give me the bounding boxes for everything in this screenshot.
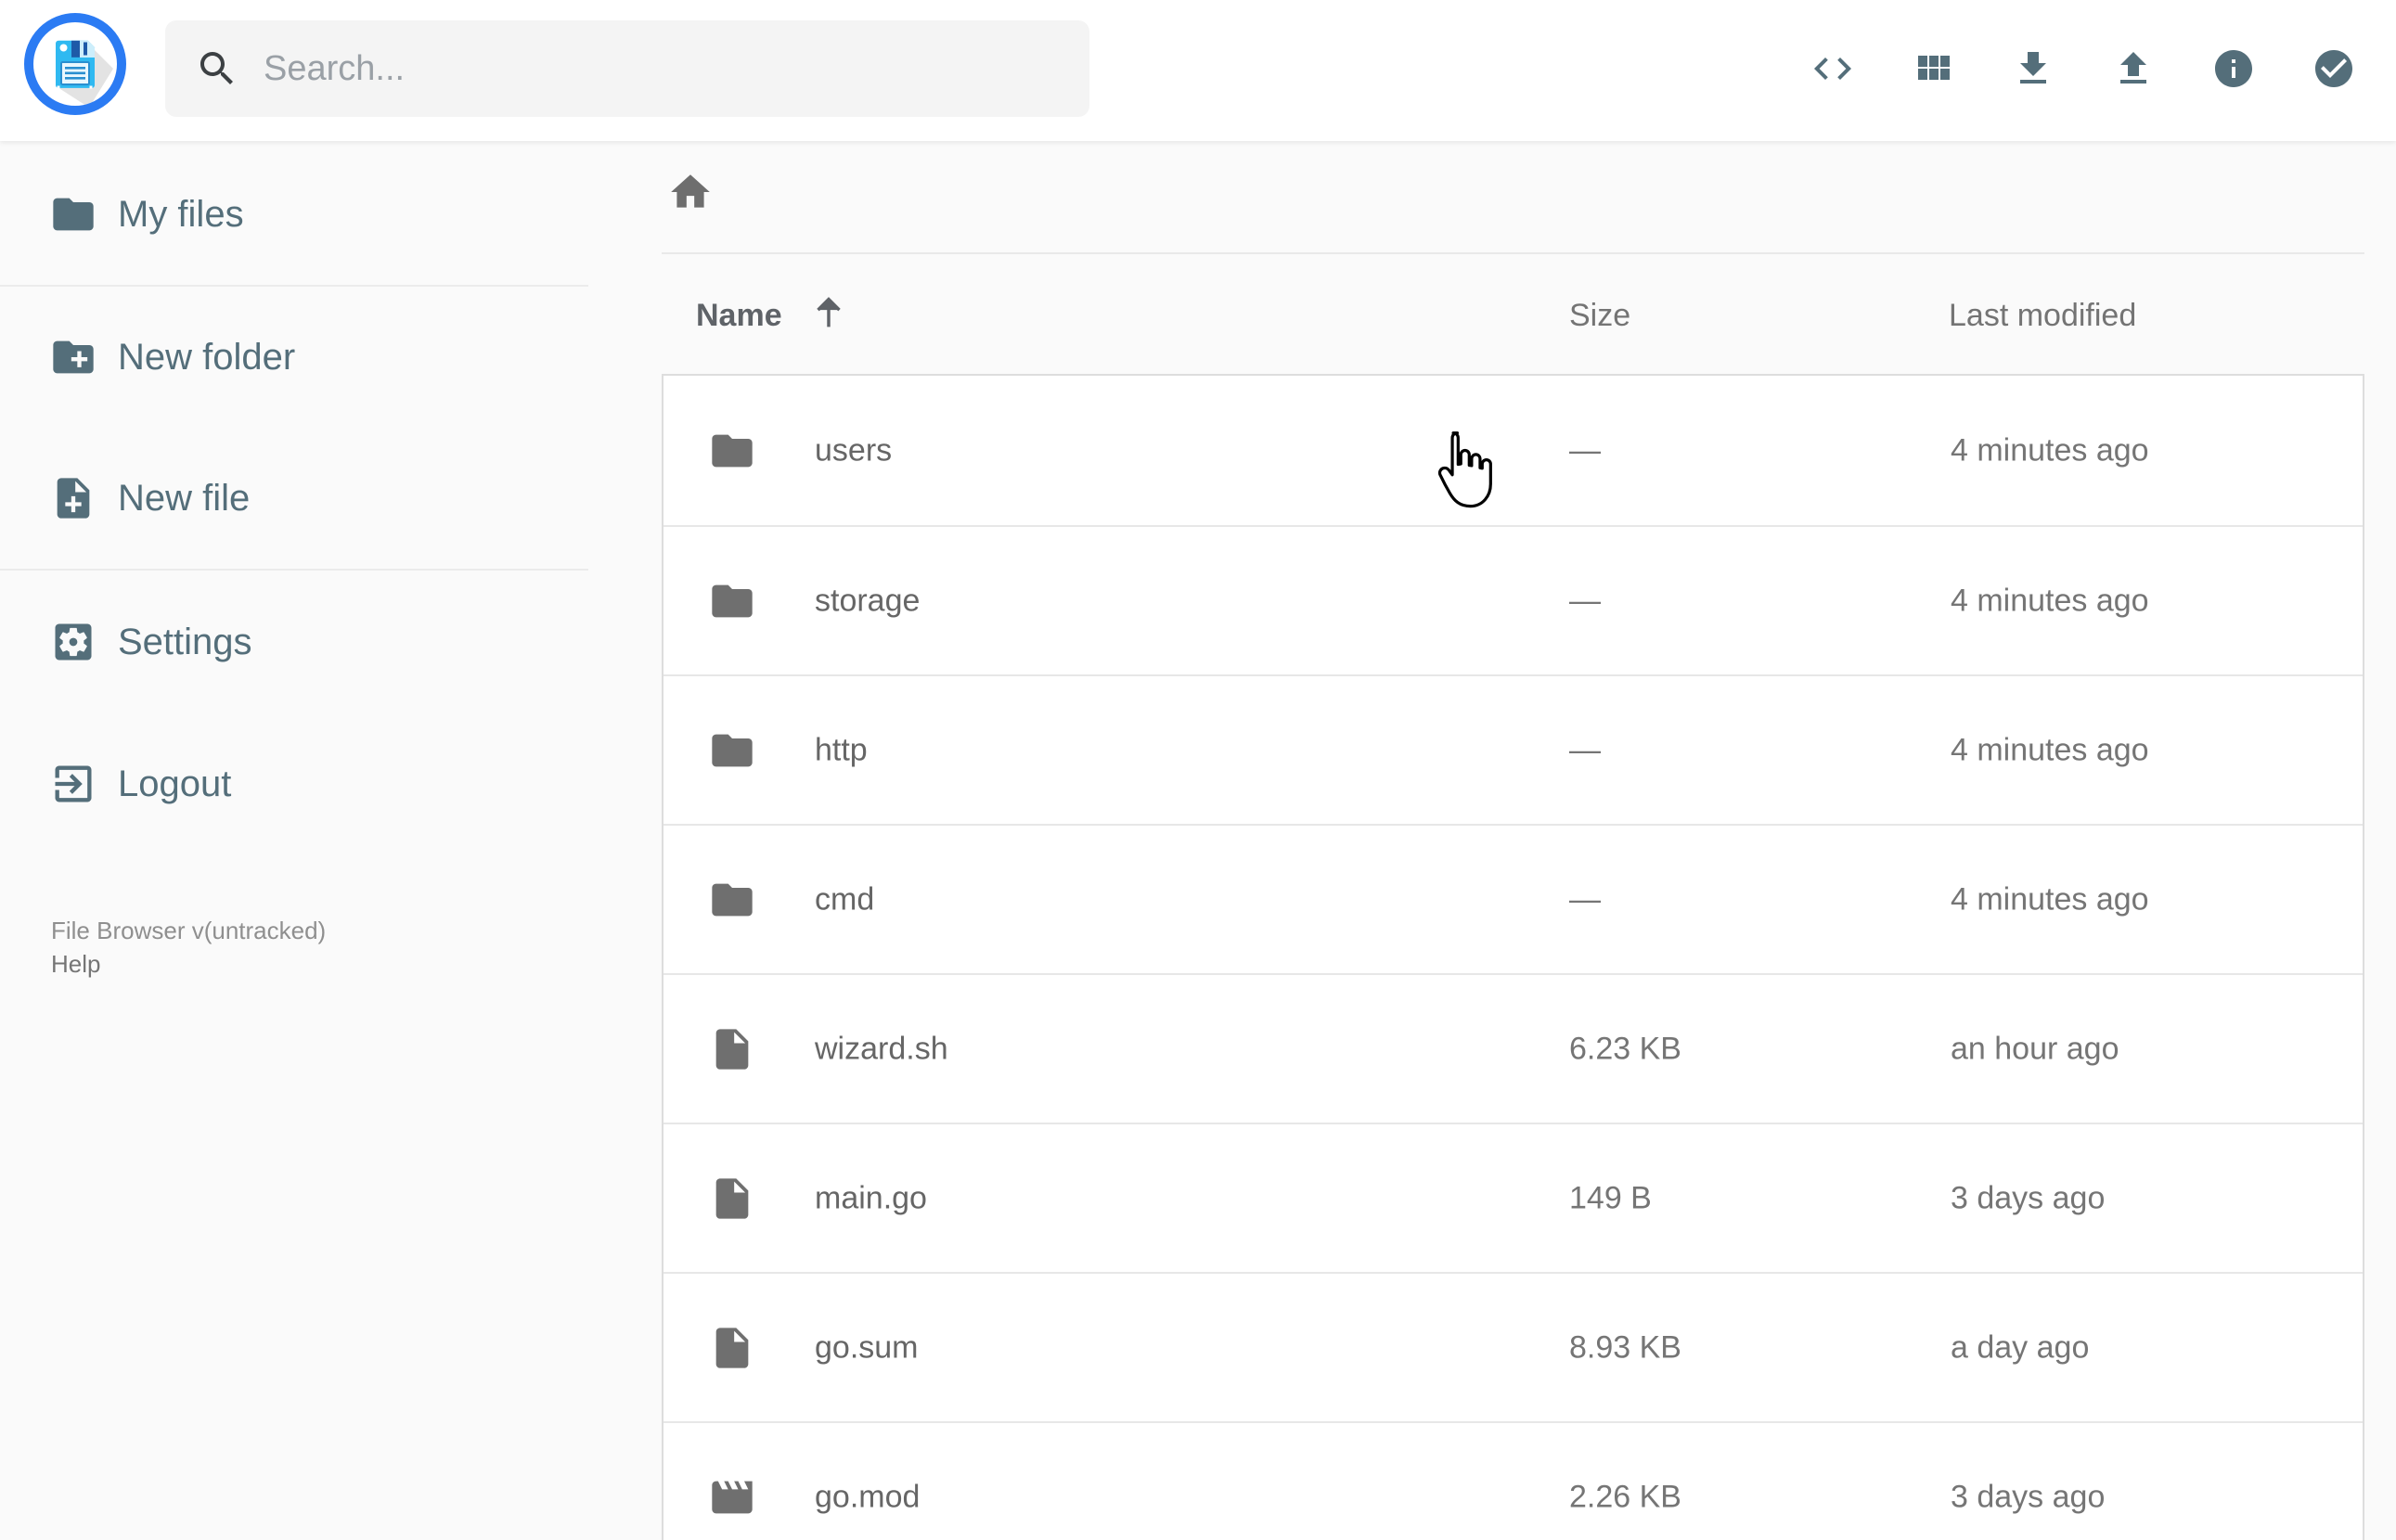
- file-icon: [708, 1174, 756, 1223]
- app-version-text: File Browser v(untracked): [51, 917, 327, 944]
- gear-icon: [49, 618, 97, 666]
- file-size: 2.26 KB: [1569, 1479, 1681, 1514]
- file-row-storage[interactable]: storage — 4 minutes ago: [663, 525, 2363, 674]
- column-header-size[interactable]: Size: [1569, 295, 1630, 336]
- home-icon: [671, 174, 710, 208]
- sort-ascending-button[interactable]: [807, 291, 850, 334]
- file-modified: 4 minutes ago: [1951, 881, 2149, 917]
- file-row-http[interactable]: http — 4 minutes ago: [663, 674, 2363, 824]
- sidebar-item-label: Settings: [118, 621, 252, 662]
- file-modified: 4 minutes ago: [1951, 732, 2149, 767]
- search-bar[interactable]: [165, 20, 1089, 117]
- sidebar-item-my-files[interactable]: My files: [0, 166, 588, 263]
- info-icon: [2215, 50, 2252, 87]
- folder-icon: [708, 427, 756, 475]
- breadcrumb-home-button[interactable]: [667, 169, 714, 215]
- file-listing: users — 4 minutes ago storage — 4 minute…: [662, 374, 2364, 1540]
- file-name: go.sum: [815, 1329, 919, 1365]
- download-button[interactable]: [2011, 46, 2055, 91]
- file-modified: a day ago: [1951, 1329, 2090, 1365]
- sidebar-item-label: New folder: [118, 336, 296, 378]
- file-row-users[interactable]: users — 4 minutes ago: [663, 376, 2363, 525]
- search-input[interactable]: [264, 48, 1089, 89]
- search-icon: [200, 52, 233, 84]
- arrow-up-icon: [817, 297, 841, 327]
- file-name: wizard.sh: [815, 1031, 948, 1066]
- upload-button[interactable]: [2111, 46, 2156, 91]
- file-size: 8.93 KB: [1569, 1329, 1681, 1365]
- sidebar-item-logout[interactable]: Logout: [0, 736, 588, 832]
- sidebar-footer: File Browser v(untracked) Help: [51, 915, 326, 981]
- file-row-cmd[interactable]: cmd — 4 minutes ago: [663, 824, 2363, 973]
- sidebar-item-label: My files: [118, 193, 244, 235]
- file-modified: 4 minutes ago: [1951, 432, 2149, 468]
- code-icon: [1814, 58, 1851, 80]
- folder-icon: [708, 876, 756, 924]
- shell-button[interactable]: [1810, 46, 1855, 91]
- file-size: 149 B: [1569, 1180, 1652, 1215]
- folder-icon: [49, 190, 97, 238]
- sidebar-item-settings[interactable]: Settings: [0, 594, 588, 690]
- grid-icon: [1918, 56, 1950, 80]
- folder-icon: [708, 577, 756, 625]
- file-modified: 4 minutes ago: [1951, 583, 2149, 618]
- file-browser-logo[interactable]: [24, 13, 126, 115]
- select-multiple-button[interactable]: [2312, 46, 2356, 91]
- folder-icon: [708, 726, 756, 775]
- file-name: main.go: [815, 1180, 927, 1215]
- file-name: go.mod: [815, 1479, 921, 1514]
- switch-view-button[interactable]: [1911, 46, 1955, 91]
- sidebar-item-label: New file: [118, 477, 251, 519]
- help-link[interactable]: Help: [51, 948, 100, 981]
- file-row-main-go[interactable]: main.go 149 B 3 days ago: [663, 1123, 2363, 1272]
- file-modified: an hour ago: [1951, 1031, 2119, 1066]
- download-icon: [2020, 52, 2046, 83]
- file-row-go-mod[interactable]: go.mod 2.26 KB 3 days ago: [663, 1421, 2363, 1540]
- breadcrumb-divider: [662, 252, 2364, 254]
- file-row-go-sum[interactable]: go.sum 8.93 KB a day ago: [663, 1272, 2363, 1421]
- upload-icon: [2120, 52, 2146, 83]
- sidebar-item-new-folder[interactable]: New folder: [0, 309, 588, 405]
- file-size: —: [1569, 881, 1601, 917]
- file-size: —: [1569, 432, 1601, 468]
- movie-icon: [708, 1473, 756, 1521]
- sidebar-item-label: Logout: [118, 763, 232, 804]
- file-name: users: [815, 432, 893, 468]
- top-header: [0, 0, 2396, 141]
- file-modified: 3 days ago: [1951, 1180, 2106, 1215]
- file-browser-app: My files New folder New file Settings Lo…: [0, 0, 2396, 1540]
- file-modified: 3 days ago: [1951, 1479, 2106, 1514]
- file-size: —: [1569, 583, 1601, 618]
- header-actions: [1810, 46, 2356, 91]
- file-plus-icon: [49, 474, 97, 522]
- column-header-name[interactable]: Name: [696, 295, 782, 336]
- file-icon: [708, 1324, 756, 1372]
- file-name: cmd: [815, 881, 875, 917]
- folder-plus-icon: [49, 333, 97, 381]
- logout-icon: [49, 760, 97, 808]
- sidebar-divider: [0, 285, 588, 287]
- info-button[interactable]: [2211, 46, 2256, 91]
- column-header-last-modified[interactable]: Last modified: [1949, 295, 2136, 336]
- file-row-wizard-sh[interactable]: wizard.sh 6.23 KB an hour ago: [663, 973, 2363, 1123]
- file-size: —: [1569, 732, 1601, 767]
- sidebar-item-new-file[interactable]: New file: [0, 450, 588, 546]
- floppy-disk-logo-icon: [24, 13, 126, 115]
- file-name: http: [815, 732, 868, 767]
- sidebar-divider: [0, 569, 588, 571]
- check-circle-icon: [2315, 50, 2352, 87]
- file-size: 6.23 KB: [1569, 1031, 1681, 1066]
- file-name: storage: [815, 583, 921, 618]
- file-icon: [708, 1025, 756, 1073]
